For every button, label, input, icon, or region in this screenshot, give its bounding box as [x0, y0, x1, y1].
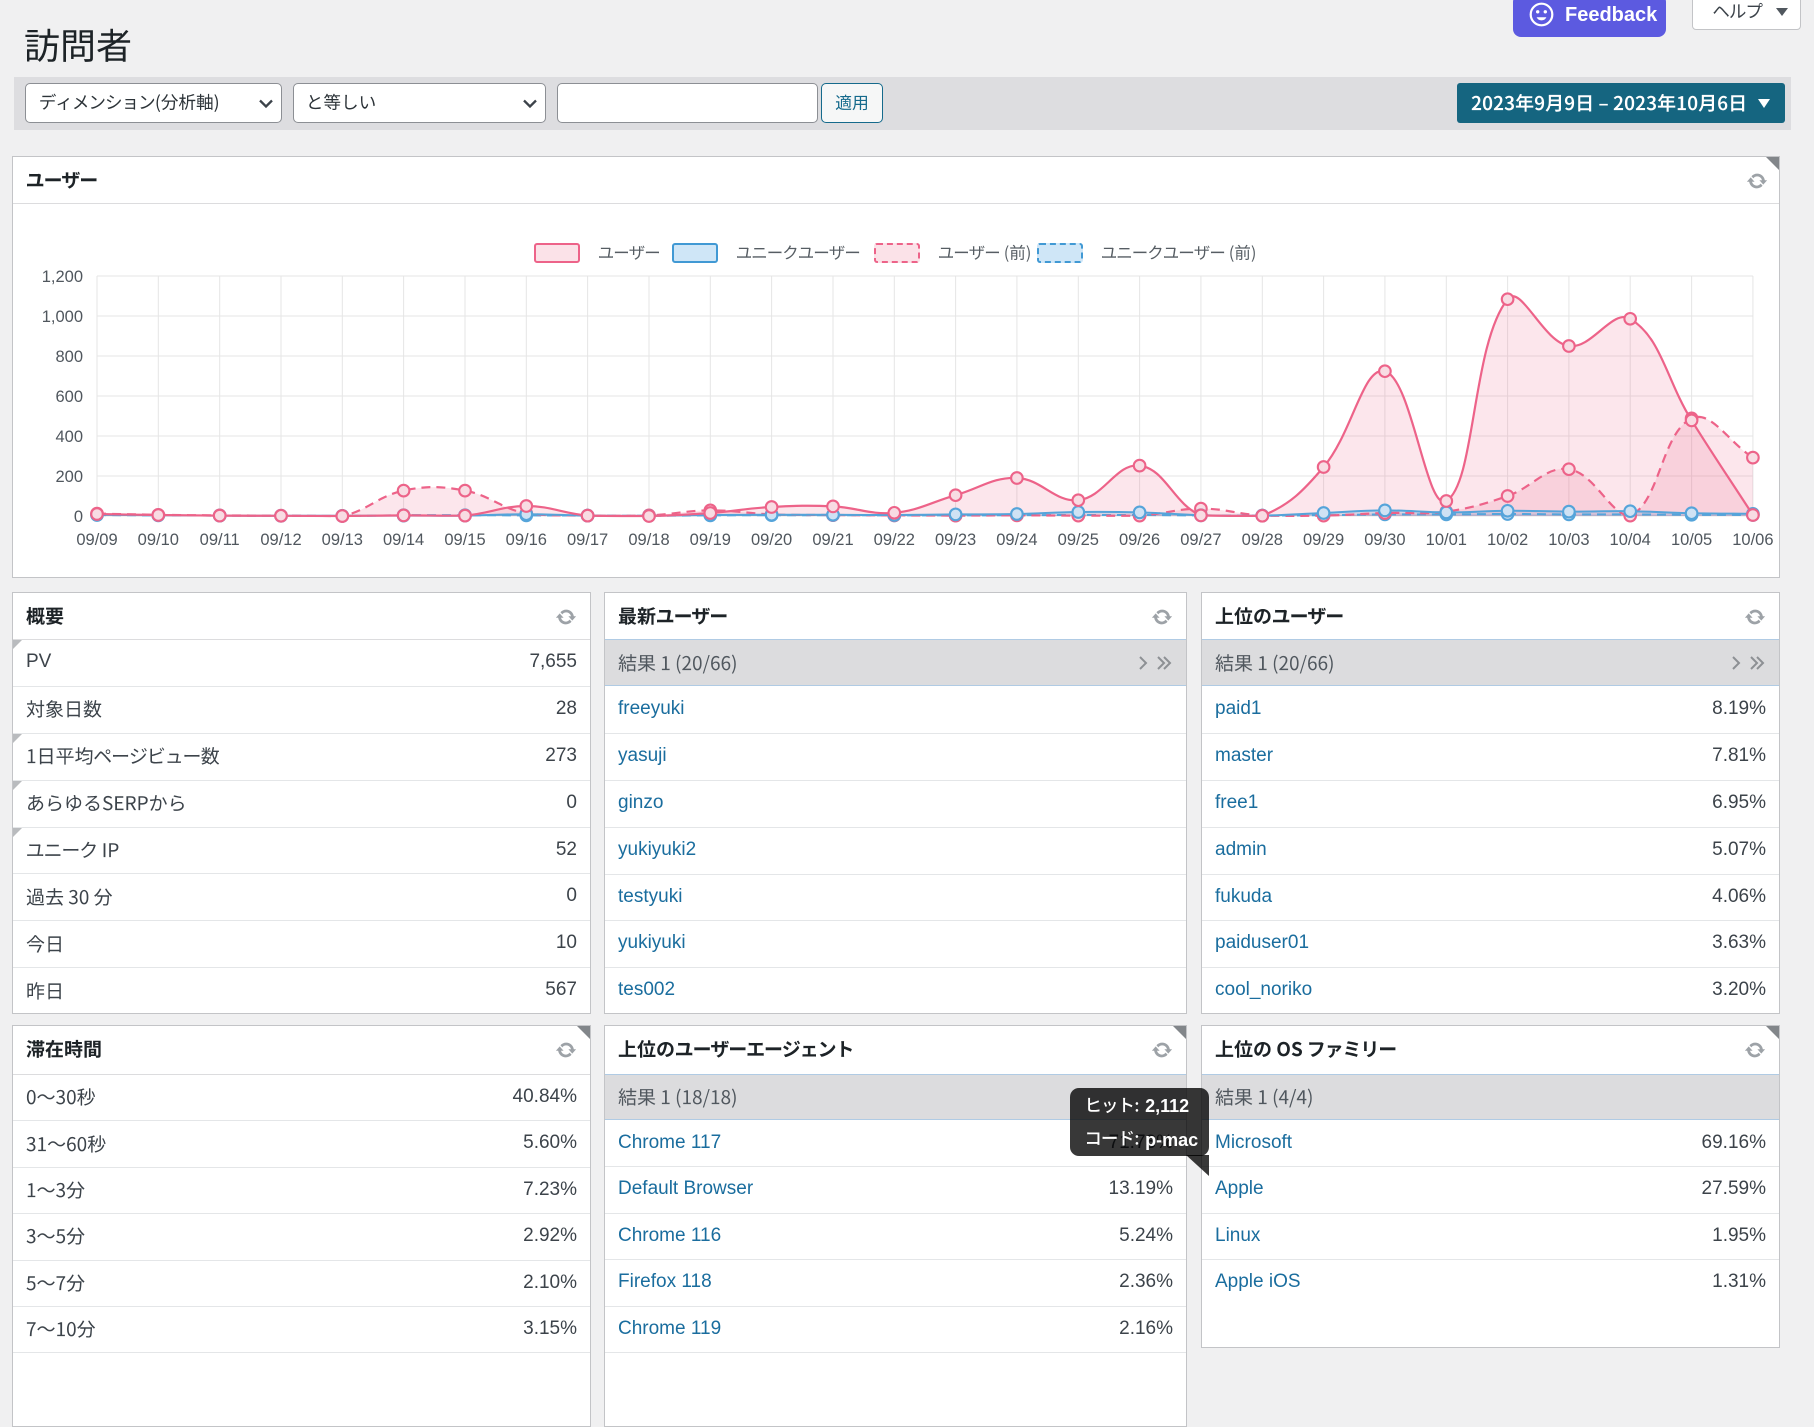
- svg-text:800: 800: [55, 348, 83, 366]
- svg-text:1,000: 1,000: [42, 308, 83, 326]
- svg-text:09/10: 09/10: [138, 531, 179, 549]
- svg-text:10/01: 10/01: [1426, 531, 1467, 549]
- svg-text:09/17: 09/17: [567, 531, 608, 549]
- svg-text:09/11: 09/11: [200, 531, 240, 549]
- svg-text:10/06: 10/06: [1732, 531, 1773, 549]
- svg-text:09/26: 09/26: [1119, 531, 1160, 549]
- svg-text:400: 400: [55, 428, 83, 446]
- svg-text:09/25: 09/25: [1058, 531, 1099, 549]
- svg-text:0: 0: [74, 508, 83, 526]
- svg-text:09/21: 09/21: [812, 531, 853, 549]
- svg-text:09/12: 09/12: [260, 531, 301, 549]
- svg-text:600: 600: [55, 388, 83, 406]
- svg-text:09/13: 09/13: [322, 531, 363, 549]
- svg-text:10/03: 10/03: [1548, 531, 1589, 549]
- svg-text:10/02: 10/02: [1487, 531, 1528, 549]
- svg-text:09/29: 09/29: [1303, 531, 1344, 549]
- svg-text:09/23: 09/23: [935, 531, 976, 549]
- svg-text:09/28: 09/28: [1242, 531, 1283, 549]
- svg-text:10/04: 10/04: [1610, 531, 1651, 549]
- svg-text:200: 200: [55, 468, 83, 486]
- svg-text:09/27: 09/27: [1180, 531, 1221, 549]
- svg-text:09/15: 09/15: [444, 531, 485, 549]
- svg-text:09/19: 09/19: [690, 531, 731, 549]
- svg-text:09/24: 09/24: [996, 531, 1037, 549]
- svg-text:09/09: 09/09: [76, 531, 117, 549]
- svg-text:10/05: 10/05: [1671, 531, 1712, 549]
- svg-text:09/18: 09/18: [628, 531, 669, 549]
- svg-text:09/22: 09/22: [874, 531, 915, 549]
- svg-text:09/20: 09/20: [751, 531, 792, 549]
- svg-text:09/30: 09/30: [1364, 531, 1405, 549]
- svg-text:09/16: 09/16: [506, 531, 547, 549]
- svg-text:1,200: 1,200: [42, 268, 83, 286]
- svg-text:09/14: 09/14: [383, 531, 424, 549]
